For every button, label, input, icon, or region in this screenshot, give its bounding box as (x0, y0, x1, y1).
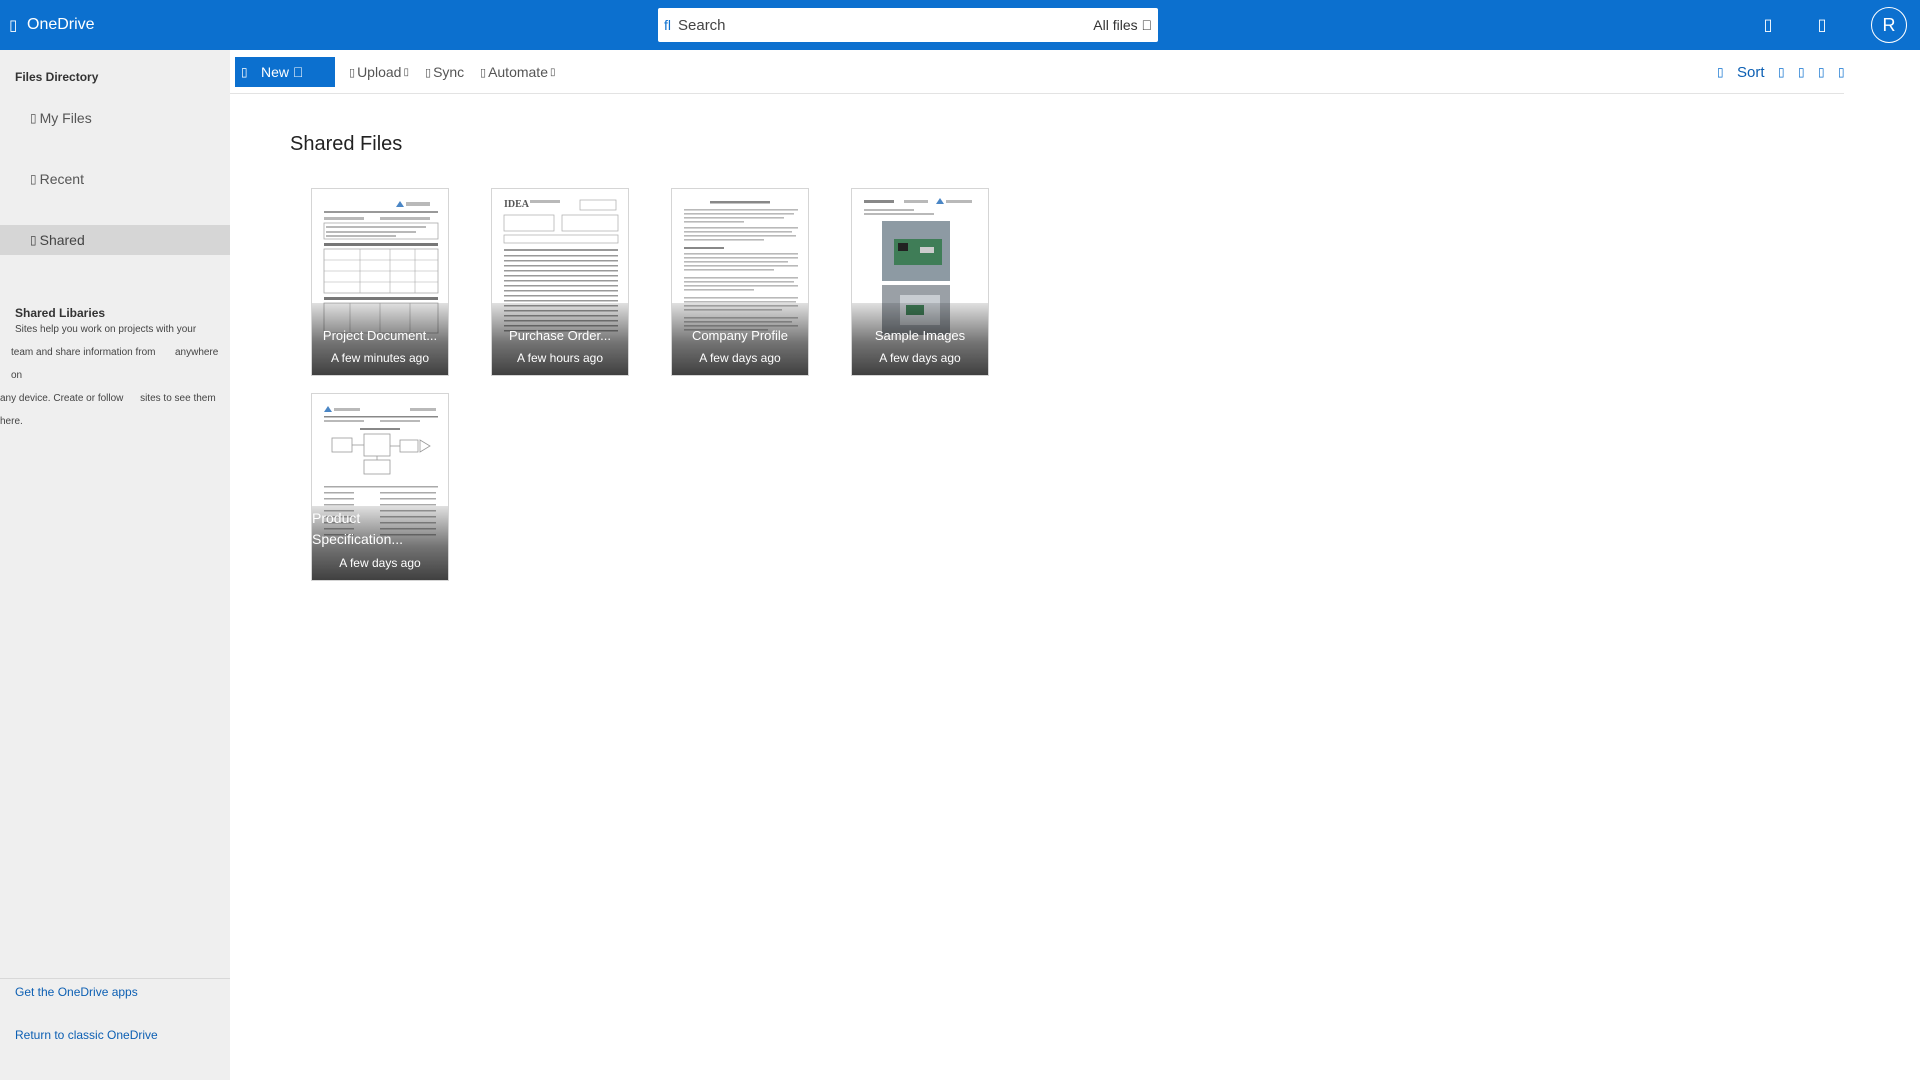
command-bar: ▯ New  ▯ Upload ▯ ▯ Sync ▯ Automate ▯ ▯… (230, 50, 1845, 94)
view-compact-icon[interactable]: ▯ (1818, 57, 1825, 87)
chevron-down-icon: ▯ (403, 66, 409, 78)
file-tile[interactable]: Product Specification... A few days ago (311, 393, 449, 581)
svg-text:IDEA: IDEA (504, 199, 530, 210)
file-modified-date: A few days ago (699, 351, 781, 365)
top-bar: ▯ OneDrive fl All files  ▯ ▯ R (0, 0, 1920, 50)
waffle-icon[interactable]: ▯ (9, 16, 23, 34)
sync-icon: ▯ (425, 66, 432, 79)
file-modified-date: A few days ago (339, 556, 421, 570)
sidebar-item-label: Shared (39, 232, 85, 248)
view-list-icon[interactable]: ▯ (1798, 57, 1805, 87)
file-modified-date: A few hours ago (516, 351, 604, 365)
sort-label: Sort (1737, 63, 1765, 81)
upload-button[interactable]: ▯ Upload ▯ (349, 57, 409, 87)
share-icon: ▯ (30, 233, 37, 247)
classic-onedrive-link[interactable]: Return to classic OneDrive (15, 1028, 158, 1042)
view-tiles-icon[interactable]: ▯ (1778, 57, 1785, 87)
file-name: Project Document... (322, 328, 438, 343)
search-icon: fl (664, 17, 671, 33)
desc-line: team and share information from (11, 347, 156, 358)
file-modified-date: A few days ago (879, 351, 961, 365)
file-tile[interactable]: Sample Images A few days ago (851, 188, 989, 376)
brand[interactable]: ▯ OneDrive (9, 0, 95, 50)
sort-button[interactable]: Sort (1737, 57, 1765, 87)
desc-line: sites to see them (140, 393, 216, 404)
app-name[interactable]: OneDrive (27, 16, 95, 34)
file-modified-date: A few minutes ago (330, 351, 430, 365)
upload-label: Upload (357, 64, 402, 80)
folder-icon: ▯ (30, 111, 37, 125)
file-tile[interactable]: Company Profile A few days ago (671, 188, 809, 376)
automate-icon: ▯ (480, 66, 487, 79)
new-button-label: New  (261, 64, 303, 80)
clock-icon: ▯ (30, 172, 37, 186)
file-name: Company Profile (691, 328, 789, 343)
sidebar-item-my-files[interactable]: ▯ My Files (0, 103, 230, 133)
search-box[interactable]: fl All files  (658, 8, 1158, 42)
file-name: Product Specification... (312, 510, 404, 547)
get-apps-link[interactable]: Get the OneDrive apps (15, 985, 138, 999)
help-icon[interactable]: ▯ (1807, 0, 1837, 50)
avatar[interactable]: R (1871, 7, 1907, 43)
sidebar-item-shared[interactable]: ▯ Shared (0, 225, 230, 255)
shared-libraries-description: Sites help you work on projects with you… (0, 318, 230, 433)
file-tile[interactable]: Project Document... A few minutes ago (311, 188, 449, 376)
plus-icon: ▯ (241, 65, 248, 79)
sidebar: Files Directory ▯ My Files ▯ Recent ▯ Sh… (0, 50, 230, 1080)
sidebar-item-recent[interactable]: ▯ Recent (0, 164, 230, 194)
file-name: Purchase Order... (509, 328, 611, 343)
sort-icon[interactable]: ▯ (1717, 57, 1724, 87)
automate-label: Automate (488, 64, 548, 80)
file-name: Sample Images (874, 328, 966, 343)
desc-line: any device. Create or follow (0, 393, 124, 404)
desc-line: Sites help you work on projects with you… (15, 324, 197, 335)
search-scope-dropdown[interactable]: All files  (1093, 17, 1152, 33)
info-pane-icon[interactable]: ▯ (1838, 57, 1845, 87)
file-tile[interactable]: IDEA Purchase Order... A few hours ago (491, 188, 629, 376)
chevron-down-icon: ▯ (550, 66, 556, 78)
sidebar-item-label: My Files (39, 110, 92, 126)
new-button[interactable]: ▯ New  (235, 57, 335, 87)
sidebar-footer (0, 978, 230, 979)
sync-label: Sync (433, 64, 465, 80)
desc-line: here. (0, 416, 23, 427)
page-title: Shared Files (290, 133, 403, 155)
search-input[interactable] (678, 16, 1094, 34)
settings-icon[interactable]: ▯ (1753, 0, 1783, 50)
automate-button[interactable]: ▯ Automate ▯ (480, 57, 556, 87)
files-directory-heading: Files Directory (15, 70, 99, 84)
sync-button[interactable]: ▯ Sync (425, 57, 464, 87)
sidebar-item-label: Recent (39, 171, 84, 187)
upload-icon: ▯ (349, 66, 356, 79)
